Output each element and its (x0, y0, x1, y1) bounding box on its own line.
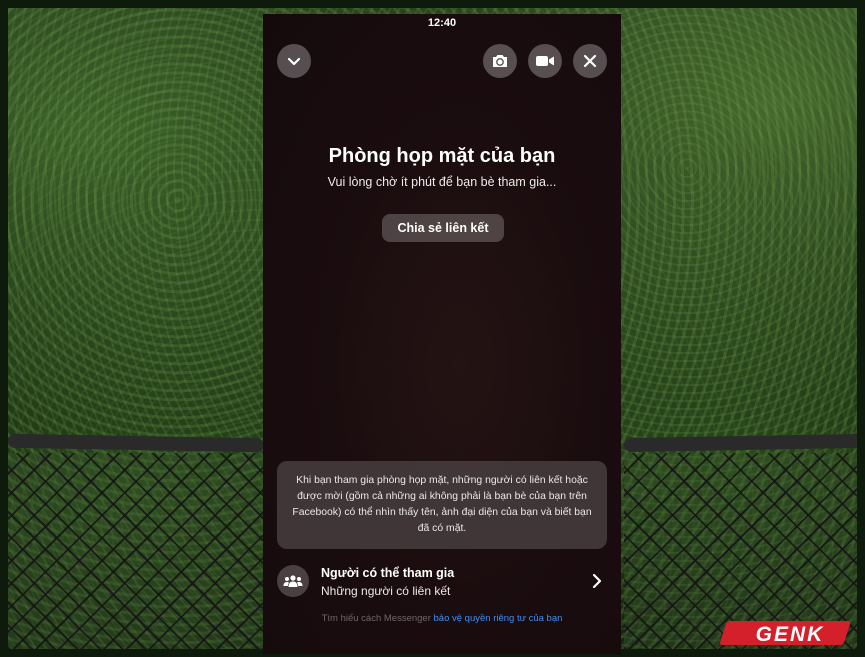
who-can-join-value: Những người có liên kết (321, 584, 451, 598)
privacy-notice: Khi bạn tham gia phòng họp mặt, những ng… (277, 461, 607, 549)
bridge-fence-left (8, 453, 264, 649)
who-can-join-row[interactable]: Người có thể tham gia Những người có liê… (273, 560, 611, 604)
camera-flip-icon (493, 55, 507, 67)
video-camera-icon (536, 56, 554, 66)
close-button[interactable] (573, 44, 607, 78)
share-link-button[interactable]: Chia sẻ liên kết (382, 214, 504, 242)
privacy-footer: Tìm hiểu cách Messenger bảo vệ quyền riê… (263, 613, 621, 624)
room-subtitle: Vui lòng chờ ít phút để bạn bè tham gia.… (327, 175, 557, 189)
people-icon (277, 565, 309, 597)
who-can-join-title: Người có thể tham gia (321, 566, 455, 580)
status-time: 12:40 (427, 17, 457, 29)
svg-text:GENK: GENK (756, 623, 825, 646)
close-icon (583, 54, 597, 68)
messenger-room-panel: 12:40 Phòng họp mặt của bạn Vui lòng chờ… (263, 14, 621, 654)
video-button[interactable] (528, 44, 562, 78)
flip-camera-button[interactable] (483, 44, 517, 78)
chevron-down-icon (287, 57, 301, 66)
room-title: Phòng họp mặt của bạn (328, 145, 556, 167)
chevron-right-icon (592, 573, 602, 589)
collapse-button[interactable] (277, 44, 311, 78)
privacy-notice-text: Khi bạn tham gia phòng họp mặt, những ng… (292, 475, 592, 534)
genk-logo: GENK (720, 621, 851, 646)
privacy-link[interactable]: bảo vệ quyền riêng tư của bạn (434, 613, 563, 624)
privacy-prefix: Tìm hiểu cách Messenger (321, 613, 434, 624)
